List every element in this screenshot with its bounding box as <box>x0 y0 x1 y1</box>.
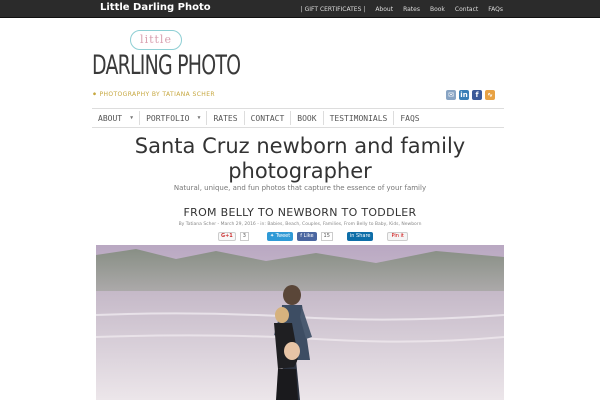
pin-it-button[interactable]: Pin it <box>387 231 408 241</box>
camera-icon: ⚫ <box>92 91 98 98</box>
share-label: Share <box>356 233 371 239</box>
nav-item-about[interactable]: ABOUT ▼ <box>92 108 139 128</box>
nav-item-faqs[interactable]: FAQS <box>394 108 425 128</box>
tweet-button[interactable]: ✦ Tweet <box>266 231 294 241</box>
rss-icon[interactable]: ∿ <box>485 90 495 100</box>
social-icons: ✉ in f ∿ <box>446 90 495 100</box>
logo-subtitle-text: PHOTOGRAPHY BY TATIANA SCHER <box>99 91 215 98</box>
facebook-icon[interactable]: f <box>472 90 482 100</box>
topnav-about[interactable]: About <box>370 6 398 13</box>
gplus-count: 3 <box>239 231 249 241</box>
page-headline: Santa Cruz newborn and family photograph… <box>134 134 466 183</box>
chevron-down-icon: ▼ <box>197 115 201 121</box>
nav-item-label: RATES <box>213 113 238 123</box>
chevron-down-icon: ▼ <box>130 115 134 121</box>
logo-subtitle: ⚫ PHOTOGRAPHY BY TATIANA SCHER <box>92 91 215 98</box>
nav-item-testimonials[interactable]: TESTIMONIALS <box>324 108 394 128</box>
mail-icon[interactable]: ✉ <box>446 90 456 100</box>
site-title[interactable]: Little Darling Photo <box>100 2 211 13</box>
nav-item-label: TESTIMONIALS <box>329 113 388 123</box>
topnav-gift-certificates[interactable]: | GIFT CERTIFICATES | <box>296 6 371 13</box>
page-tagline: Natural, unique, and fun photos that cap… <box>173 184 427 192</box>
share-buttons: G+1 3 ✦ Tweet f Like 15 in Share Pin it <box>218 231 408 241</box>
like-label: Like <box>303 233 314 239</box>
nav-item-rates[interactable]: RATES <box>207 108 243 128</box>
linkedin-icon[interactable]: in <box>459 90 469 100</box>
facebook-like-button[interactable]: f Like <box>297 231 317 241</box>
post-title[interactable]: FROM BELLY TO NEWBORN TO TODDLER <box>100 206 500 219</box>
topnav-book[interactable]: Book <box>425 6 450 13</box>
top-bar: Little Darling Photo | GIFT CERTIFICATES… <box>0 0 600 18</box>
nav-item-portfolio[interactable]: PORTFOLIO ▼ <box>140 108 206 128</box>
top-nav: | GIFT CERTIFICATES | About Rates Book C… <box>296 0 508 18</box>
tweet-label: Tweet <box>275 233 291 239</box>
main-nav: ABOUT ▼ PORTFOLIO ▼ RATES CONTACT BOOK TES… <box>92 108 504 128</box>
topnav-rates[interactable]: Rates <box>398 6 425 13</box>
nav-item-label: CONTACT <box>250 113 285 123</box>
nav-item-label: FAQS <box>400 113 420 123</box>
gplus-button[interactable]: G+1 <box>218 231 236 241</box>
topnav-faqs[interactable]: FAQs <box>483 6 508 13</box>
post-meta: By Tatiana Scher - March 29, 2016 - in: … <box>178 222 422 227</box>
topnav-contact[interactable]: Contact <box>450 6 483 13</box>
nav-item-label: BOOK <box>297 113 317 123</box>
logo-little-text: little <box>130 30 182 50</box>
nav-item-label: PORTFOLIO <box>146 113 190 123</box>
site-logo[interactable]: little DARLING PHOTO ⚫ PHOTOGRAPHY BY TAT… <box>92 28 241 102</box>
linkedin-share-button[interactable]: in Share <box>346 231 374 241</box>
logo-main-text: DARLING PHOTO <box>92 50 241 81</box>
post-photo[interactable] <box>96 245 504 400</box>
nav-item-label: ABOUT <box>98 113 123 123</box>
nav-item-contact[interactable]: CONTACT <box>245 108 291 128</box>
beach-couple-photo <box>96 245 504 400</box>
nav-item-book[interactable]: BOOK <box>291 108 322 128</box>
facebook-like-count: 15 <box>320 231 333 241</box>
